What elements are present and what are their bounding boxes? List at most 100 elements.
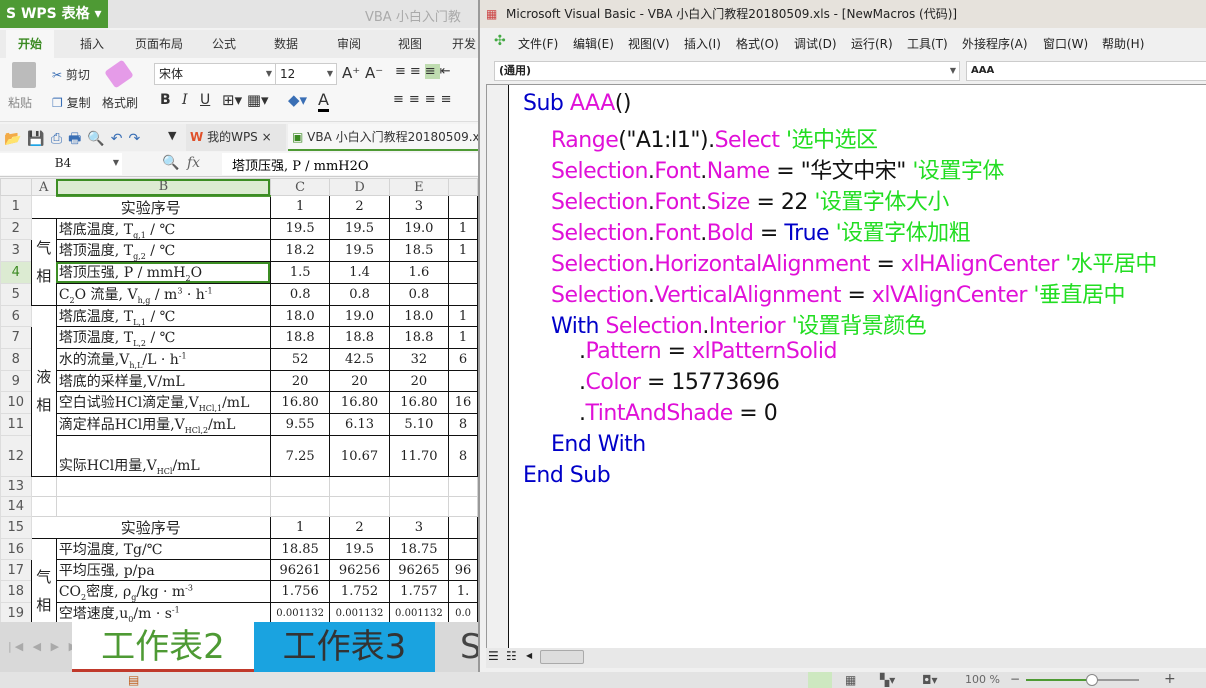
tab-my-wps[interactable]: W 我的WPS × (186, 124, 286, 151)
code-line[interactable]: .TintAndShade = 0 (579, 401, 777, 426)
procedure-combo[interactable]: AAA (966, 61, 1206, 81)
sheet-tab-3[interactable]: 工作表3 (254, 622, 435, 672)
italic-button[interactable]: I (182, 92, 188, 108)
label-cell[interactable]: 塔顶温度, TL,2 / ℃ (56, 327, 270, 349)
row-header[interactable]: 3 (1, 240, 32, 262)
value-cell[interactable]: 11.70 (389, 436, 448, 477)
value-cell[interactable]: 0.8 (330, 283, 389, 305)
tab-insert[interactable]: 插入 (80, 30, 104, 58)
row-header[interactable]: 9 (1, 371, 32, 392)
value-cell[interactable]: 1 (270, 517, 329, 539)
fill-color-icon[interactable]: ◆▾ (288, 91, 307, 109)
formula-input[interactable] (222, 153, 480, 175)
zoom-in-button[interactable]: + (1164, 671, 1176, 687)
value-cell[interactable] (449, 196, 478, 219)
value-cell[interactable]: 18.85 (270, 539, 329, 560)
code-line[interactable]: End Sub (523, 463, 610, 488)
zoom-search-icon[interactable]: 🔍 (162, 155, 179, 171)
menu-help[interactable]: 帮助(H) (1102, 35, 1144, 52)
value-cell[interactable]: 1 (449, 218, 478, 240)
cut-button[interactable]: ✂ 剪切 (52, 66, 90, 83)
value-cell[interactable] (449, 262, 478, 284)
code-line[interactable]: Sub AAA() (523, 91, 631, 116)
code-line[interactable]: Selection.Font.Size = 22 '设置字体大小 (551, 184, 949, 216)
code-line[interactable]: Selection.Font.Name = "华文中宋" '设置字体 (551, 153, 1004, 185)
value-cell[interactable]: 1.757 (389, 581, 448, 603)
tab-home[interactable]: 开始 (6, 30, 54, 58)
value-cell[interactable]: 6.13 (330, 414, 389, 436)
value-cell[interactable]: 42.5 (330, 349, 389, 371)
value-cell[interactable]: 1 (449, 240, 478, 262)
value-cell[interactable]: 1. (449, 581, 478, 603)
scrollbar-thumb[interactable] (540, 650, 584, 664)
value-cell[interactable]: 18.8 (270, 327, 329, 349)
value-cell[interactable]: 0.001132 (330, 602, 389, 622)
vba-toolbar-icon[interactable]: ✣ (494, 33, 506, 49)
menu-file[interactable]: 文件(F) (518, 35, 558, 52)
underline-button[interactable]: U (200, 92, 210, 108)
row-header[interactable]: 10 (1, 392, 32, 414)
value-cell[interactable]: 0.001132 (389, 602, 448, 622)
grow-font-icon[interactable]: A⁺ A⁻ (342, 64, 383, 82)
vertical-align-icons[interactable]: ≡≡≡⇤ (395, 64, 455, 79)
value-cell[interactable]: 7.25 (270, 436, 329, 477)
value-cell[interactable]: 0.8 (270, 283, 329, 305)
value-cell[interactable]: 2 (330, 196, 389, 219)
spreadsheet-grid[interactable]: ABCDE1实验序号1232气相塔底温度, Tg,1 / ℃19.519.519… (0, 178, 478, 622)
value-cell[interactable]: 18.5 (389, 240, 448, 262)
phase-group-cell[interactable]: 气相 (31, 218, 56, 305)
value-cell[interactable]: 52 (270, 349, 329, 371)
function-button[interactable]: fx (187, 155, 200, 171)
row-header[interactable]: 18 (1, 581, 32, 603)
label-cell[interactable]: 塔顶温度, Tg,2 / ℃ (56, 240, 270, 262)
value-cell[interactable]: 3 (389, 196, 448, 219)
column-header[interactable]: A (31, 179, 56, 196)
value-cell[interactable]: 1 (270, 196, 329, 219)
value-cell[interactable]: 16.80 (270, 392, 329, 414)
label-cell[interactable]: 空白试验HCl滴定量,VHCl,1/mL (56, 392, 270, 414)
phase-group-cell[interactable]: 气相 (31, 539, 56, 622)
value-cell[interactable]: 0.0 (449, 602, 478, 622)
sheet-tab-2[interactable]: 工作表2 (72, 622, 254, 672)
value-cell[interactable]: 18.8 (389, 327, 448, 349)
font-size-select[interactable]: 12▼ (275, 63, 337, 85)
value-cell[interactable]: 19.5 (270, 218, 329, 240)
value-cell[interactable]: 96 (449, 560, 478, 581)
value-cell[interactable]: 10.67 (330, 436, 389, 477)
menu-run[interactable]: 运行(R) (851, 35, 893, 52)
menu-addins[interactable]: 外接程序(A) (962, 35, 1028, 52)
label-cell[interactable]: 实际HCl用量,VHCl/mL (56, 436, 270, 477)
bold-button[interactable]: B (160, 92, 171, 108)
label-cell[interactable]: 塔底温度, TL,1 / ℃ (56, 305, 270, 327)
row-header[interactable]: 13 (1, 477, 32, 497)
row-header[interactable]: 19 (1, 602, 32, 622)
phase-group-cell[interactable]: 液相 (31, 305, 56, 476)
tab-view[interactable]: 视图 (398, 30, 422, 58)
menu-insert[interactable]: 插入(I) (684, 35, 721, 52)
value-cell[interactable]: 19.0 (389, 218, 448, 240)
row-header[interactable]: 8 (1, 349, 32, 371)
menu-view[interactable]: 视图(V) (628, 35, 670, 52)
notes-icon[interactable]: ▤ (128, 673, 139, 687)
label-cell[interactable]: 塔顶压强, P / mmH2O (56, 262, 270, 284)
value-cell[interactable] (449, 371, 478, 392)
value-cell[interactable]: 16 (449, 392, 478, 414)
code-line[interactable]: .Pattern = xlPatternSolid (579, 339, 837, 364)
value-cell[interactable]: 1.6 (389, 262, 448, 284)
label-cell[interactable]: 滴定样品HCl用量,VHCl,2/mL (56, 414, 270, 436)
menu-format[interactable]: 格式(O) (736, 35, 779, 52)
page-break-view-icon[interactable]: ▦ (845, 673, 856, 687)
merged-header-cell[interactable]: 实验序号 (31, 196, 270, 219)
menu-edit[interactable]: 编辑(E) (573, 35, 614, 52)
code-line[interactable]: Selection.Font.Bold = True '设置字体加粗 (551, 215, 970, 247)
row-header[interactable]: 4 (1, 262, 32, 284)
code-line[interactable]: .Color = 15773696 (579, 370, 779, 395)
value-cell[interactable]: 18.0 (389, 305, 448, 327)
code-line[interactable]: Selection.VerticalAlignment = xlVAlignCe… (551, 277, 1125, 309)
wps-app-button[interactable]: S WPS 表格 ▾ (0, 0, 108, 28)
row-header[interactable]: 16 (1, 539, 32, 560)
tab-developer[interactable]: 开发 (452, 30, 476, 58)
menu-tools[interactable]: 工具(T) (907, 35, 948, 52)
value-cell[interactable]: 1.4 (330, 262, 389, 284)
value-cell[interactable]: 2 (330, 517, 389, 539)
